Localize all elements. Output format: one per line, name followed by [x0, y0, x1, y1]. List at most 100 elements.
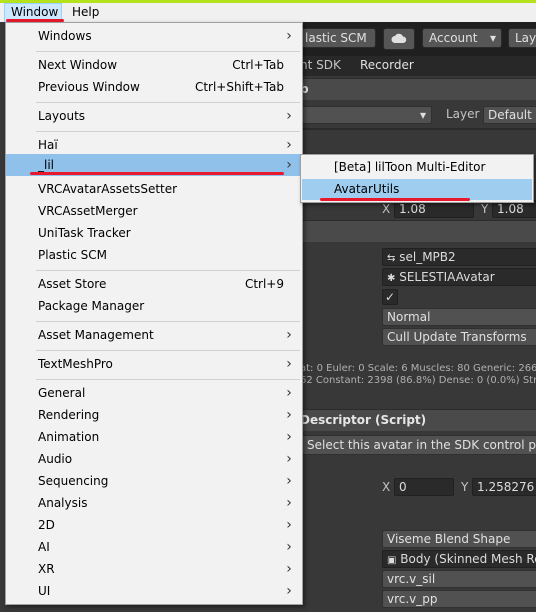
- menu-item-general[interactable]: General ›: [6, 382, 302, 404]
- menu-item-2d[interactable]: 2D ›: [6, 514, 302, 536]
- chevron-right-icon: ›: [286, 583, 292, 599]
- layout-label: Lay: [515, 31, 536, 45]
- menu-item-shortcut: Ctrl+Shift+Tab: [194, 80, 284, 94]
- menu-item-label: AI: [38, 540, 50, 554]
- menu-item-ui[interactable]: UI ›: [6, 580, 302, 602]
- controller-field[interactable]: ⇆ sel_MPB2: [382, 248, 536, 266]
- chevron-down-icon: ▾: [489, 31, 496, 45]
- menu-separator: [36, 270, 300, 271]
- layer-dropdown[interactable]: Default: [483, 106, 536, 124]
- menu-item-label: General: [38, 386, 86, 400]
- menu-item-audio[interactable]: Audio ›: [6, 448, 302, 470]
- avatar-value: SELESTIAAvatar: [399, 270, 495, 284]
- apply-root-motion-checkbox[interactable]: ✓: [382, 289, 398, 305]
- chevron-right-icon: ›: [286, 157, 292, 173]
- menu-item-label: Previous Window: [38, 80, 140, 94]
- menu-item-label: UI: [38, 584, 51, 598]
- tab-recorder[interactable]: Recorder: [360, 58, 414, 72]
- layer-value: Default: [488, 108, 532, 122]
- menu-item-ai[interactable]: AI ›: [6, 536, 302, 558]
- menu-item-plastic-scm[interactable]: Plastic SCM: [6, 244, 302, 266]
- menu-item-label: Animation: [38, 430, 100, 444]
- viseme-pp-dropdown[interactable]: vrc.v_pp: [382, 590, 536, 608]
- avatar-field[interactable]: ✱ SELESTIAAvatar: [382, 268, 536, 286]
- menu-item-previous-window[interactable]: Previous Window Ctrl+Shift+Tab: [6, 76, 302, 98]
- chevron-right-icon: ›: [286, 561, 292, 577]
- mesh-icon: ▣: [387, 555, 397, 566]
- annotation-underline-lil: [30, 172, 284, 175]
- submenu-item-label: AvatarUtils: [334, 182, 400, 196]
- menu-item-vrcavatarassetssetter[interactable]: VRCAvatarAssetsSetter: [6, 178, 302, 200]
- layer-label: Layer: [446, 107, 480, 121]
- plastic-scm-button[interactable]: lastic SCM: [300, 28, 376, 48]
- menu-item-next-window[interactable]: Next Window Ctrl+Tab: [6, 54, 302, 76]
- plastic-scm-label: lastic SCM: [305, 31, 367, 45]
- submenu-item-liltoon-multi-editor[interactable]: [Beta] lilToon Multi-Editor: [302, 157, 532, 178]
- menu-item-vrcassetmerger[interactable]: VRCAssetMerger: [6, 200, 302, 222]
- menu-item-asset-store[interactable]: Asset Store Ctrl+9: [6, 273, 302, 295]
- menu-item-package-manager[interactable]: Package Manager: [6, 295, 302, 317]
- menu-item-xr[interactable]: XR ›: [6, 558, 302, 580]
- component-header: [300, 220, 536, 242]
- menu-item-sequencing[interactable]: Sequencing ›: [6, 470, 302, 492]
- menu-item-layouts[interactable]: Layouts ›: [6, 105, 302, 127]
- menu-item-label: Windows: [38, 29, 92, 43]
- menu-item-windows[interactable]: Windows ›: [6, 25, 302, 47]
- culling-mode-dropdown[interactable]: Cull Update Transforms: [382, 328, 536, 346]
- menu-item-label: XR: [38, 562, 55, 576]
- chevron-right-icon: ›: [286, 327, 292, 343]
- menu-item-analysis[interactable]: Analysis ›: [6, 492, 302, 514]
- cloud-button[interactable]: [383, 28, 415, 50]
- menu-item-rendering[interactable]: Rendering ›: [6, 404, 302, 426]
- menu-item-hai[interactable]: Haï ›: [6, 134, 302, 156]
- controller-value: sel_MPB2: [399, 250, 456, 264]
- view-y-label: Y: [461, 480, 469, 494]
- menu-item-label: Analysis: [38, 496, 88, 510]
- menu-item-label: Asset Store: [38, 277, 107, 291]
- animator-stats-line1: at: 0 Euler: 0 Scale: 6 Muscles: 80 Gene…: [300, 363, 536, 374]
- menu-item-label: TextMeshPro: [38, 357, 113, 371]
- menu-item-label: Rendering: [38, 408, 100, 422]
- view-x-label: X: [382, 480, 391, 494]
- window-menu: Windows › Next Window Ctrl+Tab Previous Wind…: [5, 22, 303, 605]
- view-y-field[interactable]: 1.258276: [472, 478, 536, 496]
- submenu-item-avatarutils[interactable]: AvatarUtils: [302, 179, 532, 200]
- face-mesh-value: Body (Skinned Mesh Ren: [400, 552, 536, 566]
- tab-sdk[interactable]: nt SDK: [300, 58, 341, 72]
- chevron-down-icon: ▾: [419, 108, 426, 122]
- lipsync-mode-dropdown[interactable]: Viseme Blend Shape: [382, 530, 536, 548]
- menu-help[interactable]: Help: [66, 3, 105, 22]
- menu-item-label: VRCAvatarAssetsSetter: [38, 182, 178, 196]
- chevron-right-icon: ›: [286, 495, 292, 511]
- scale-x-label: X: [382, 202, 391, 216]
- chevron-right-icon: ›: [286, 385, 292, 401]
- menu-item-label: 2D: [38, 518, 55, 532]
- menu-item-asset-management[interactable]: Asset Management ›: [6, 324, 302, 346]
- layout-dropdown[interactable]: Lay: [508, 28, 536, 48]
- animator-stats-line2: 62 Constant: 2398 (86.8%) Dense: 0 (0.0%…: [300, 375, 536, 386]
- account-dropdown[interactable]: Account ▾: [422, 28, 502, 48]
- cloud-icon: [391, 33, 407, 43]
- update-mode-dropdown[interactable]: Normal: [382, 308, 536, 326]
- annotation-underline-avatarutils: [320, 198, 470, 201]
- lil-submenu: [Beta] lilToon Multi-Editor AvatarUtils: [300, 154, 534, 203]
- menu-item-textmeshpro[interactable]: TextMeshPro ›: [6, 353, 302, 375]
- view-x-field[interactable]: 0: [394, 478, 454, 496]
- menu-item-shortcut: Ctrl+Tab: [232, 58, 284, 72]
- menu-item-label: UniTask Tracker: [38, 226, 131, 240]
- tag-dropdown[interactable]: ▾: [300, 106, 432, 124]
- menu-item-label: Haï: [38, 138, 58, 152]
- menu-item-label: Sequencing: [38, 474, 109, 488]
- menu-item-unitask-tracker[interactable]: UniTask Tracker: [6, 222, 302, 244]
- menu-item-label: Plastic SCM: [38, 248, 107, 262]
- viseme-sil-dropdown[interactable]: vrc.v_sil: [382, 570, 536, 588]
- menu-separator: [36, 131, 300, 132]
- menu-item-animation[interactable]: Animation ›: [6, 426, 302, 448]
- menu-item-shortcut: Ctrl+9: [244, 277, 284, 291]
- chevron-right-icon: ›: [286, 356, 292, 372]
- menu-separator: [36, 321, 300, 322]
- select-avatar-button[interactable]: Select this avatar in the SDK control pa…: [302, 435, 536, 455]
- avatar-icon: ✱: [387, 273, 396, 284]
- chevron-right-icon: ›: [286, 473, 292, 489]
- face-mesh-field[interactable]: ▣ Body (Skinned Mesh Ren: [382, 550, 536, 568]
